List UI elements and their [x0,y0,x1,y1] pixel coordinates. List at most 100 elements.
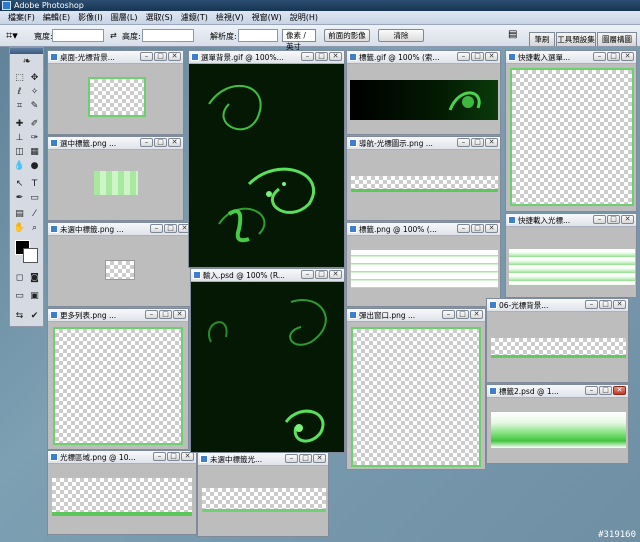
healing-brush-icon[interactable]: ✚ [13,118,26,130]
menu-layer[interactable]: 圖層(L) [107,11,142,24]
canvas-area[interactable] [487,312,628,382]
close-button[interactable]: ✕ [168,52,181,61]
type-tool-icon[interactable]: T [28,178,41,190]
minimize-button[interactable]: – [140,138,153,147]
document-window[interactable]: 未選中標籤.png ... – □ ✕ [47,222,194,307]
image-canvas[interactable] [202,488,326,512]
move-tool-icon[interactable]: ✥ [28,72,41,84]
minimize-button[interactable]: – [150,224,163,233]
close-button[interactable]: ✕ [485,138,498,147]
maximize-button[interactable]: □ [315,270,328,279]
quick-mask-on-icon[interactable]: ◙ [28,272,41,284]
document-title-bar[interactable]: 快捷載入選單... – □ ✕ [506,51,636,64]
maximize-button[interactable]: □ [154,138,167,147]
crop-tool-icon[interactable]: ⌗▾ [6,29,18,43]
canvas-area[interactable] [189,64,344,267]
tab-layer-comps[interactable]: 圖層構圖 [597,32,637,46]
close-button[interactable]: ✕ [329,52,342,61]
close-button[interactable]: ✕ [485,224,498,233]
pen-tool-icon[interactable]: ✒ [13,192,26,204]
hand-tool-icon[interactable]: ✋ [13,222,26,234]
document-window[interactable]: 輸入.psd @ 100% (R... – □ ✕ [190,268,345,453]
menu-filter[interactable]: 濾鏡(T) [177,11,212,24]
maximize-button[interactable]: □ [167,452,180,461]
check-icon[interactable]: ✔ [28,310,41,322]
close-button[interactable]: ✕ [613,300,626,309]
image-canvas[interactable] [491,412,626,448]
clear-button[interactable]: 清除 [378,29,424,42]
canvas-area[interactable] [191,282,344,452]
document-window[interactable]: 選中標籤.png ... – □ ✕ [47,136,184,221]
minimize-button[interactable]: – [457,224,470,233]
menu-file[interactable]: 檔案(F) [4,11,39,24]
document-title-bar[interactable]: 標籤.gif @ 100% (索... – □ ✕ [347,51,500,64]
maximize-button[interactable]: □ [607,52,620,61]
maximize-button[interactable]: □ [456,310,469,319]
image-canvas[interactable] [351,176,498,192]
close-button[interactable]: ✕ [181,452,194,461]
marquee-tool-icon[interactable]: ⬚ [13,72,26,84]
zoom-tool-icon[interactable]: ⌕ [28,222,41,234]
blur-tool-icon[interactable]: 💧 [13,160,26,172]
lasso-tool-icon[interactable]: ℓ [13,86,26,98]
menu-select[interactable]: 選取(S) [141,11,176,24]
document-window[interactable]: 快捷載入光標... – □ ✕ [505,213,637,298]
image-canvas[interactable] [351,327,481,467]
minimize-button[interactable]: – [457,138,470,147]
shape-tool-icon[interactable]: ▭ [28,192,41,204]
document-title-bar[interactable]: 桌面-光標背景... – □ ✕ [48,51,183,64]
document-title-bar[interactable]: 彈出窗口.png ... – □ ✕ [347,309,485,322]
clone-stamp-icon[interactable]: ⊥ [13,132,26,144]
image-canvas[interactable] [510,68,634,206]
maximize-button[interactable]: □ [599,386,612,395]
document-window[interactable]: 光標區域.png @ 10... – □ ✕ [47,450,197,535]
maximize-button[interactable]: □ [315,52,328,61]
document-window[interactable]: 桌面-光標背景... – □ ✕ [47,50,184,135]
gradient-tool-icon[interactable]: ▦ [28,146,41,158]
imageready-jump-icon[interactable]: ⇆ [13,310,26,322]
canvas-area[interactable] [347,150,500,220]
maximize-button[interactable]: □ [299,454,312,463]
image-canvas[interactable] [509,249,635,285]
menu-help[interactable]: 說明(H) [286,11,322,24]
close-button[interactable]: ✕ [613,386,626,395]
canvas-area[interactable] [48,464,196,534]
resolution-field[interactable] [238,29,278,42]
image-canvas[interactable] [351,250,498,288]
minimize-button[interactable]: – [301,270,314,279]
eyedropper-icon[interactable]: ⁄ [28,208,41,220]
full-screen-icon[interactable]: ▣ [28,290,41,302]
document-title-bar[interactable]: 快捷載入光標... – □ ✕ [506,214,636,227]
image-canvas[interactable] [88,77,146,117]
tab-tool-presets[interactable]: 工具預設集 [556,32,596,46]
path-select-icon[interactable]: ↖ [13,178,26,190]
canvas-area[interactable] [347,64,500,134]
document-window[interactable]: 標籤.gif @ 100% (索... – □ ✕ [346,50,501,135]
document-window[interactable]: 導航-光標圖示.png ... – □ ✕ [346,136,501,221]
close-button[interactable]: ✕ [485,52,498,61]
maximize-button[interactable]: □ [159,310,172,319]
minimize-button[interactable]: – [140,52,153,61]
image-canvas[interactable] [350,80,498,120]
canvas-area[interactable] [347,322,485,469]
maximize-button[interactable]: □ [471,138,484,147]
menu-view[interactable]: 檢視(V) [212,11,248,24]
image-canvas[interactable] [52,478,192,516]
history-brush-icon[interactable]: ✑ [28,132,41,144]
maximize-button[interactable]: □ [164,224,177,233]
quick-mask-off-icon[interactable]: ◻ [13,272,26,284]
height-field[interactable] [142,29,194,42]
close-button[interactable]: ✕ [313,454,326,463]
swap-icon[interactable]: ⇄ [110,31,117,40]
close-button[interactable]: ✕ [329,270,342,279]
minimize-button[interactable]: – [457,52,470,61]
document-window[interactable]: 未選中標籤光... – □ ✕ [197,452,329,537]
menu-window[interactable]: 視窗(W) [248,11,286,24]
front-image-button[interactable]: 前面的影像 [324,29,370,42]
document-title-bar[interactable]: 選單背景.gif @ 100%... – □ ✕ [189,51,344,64]
tab-brushes[interactable]: 筆刷 [529,32,555,46]
canvas-area[interactable] [198,466,328,536]
maximize-button[interactable]: □ [599,300,612,309]
maximize-button[interactable]: □ [154,52,167,61]
document-title-bar[interactable]: 標籤.png @ 100% (... – □ ✕ [347,223,500,236]
